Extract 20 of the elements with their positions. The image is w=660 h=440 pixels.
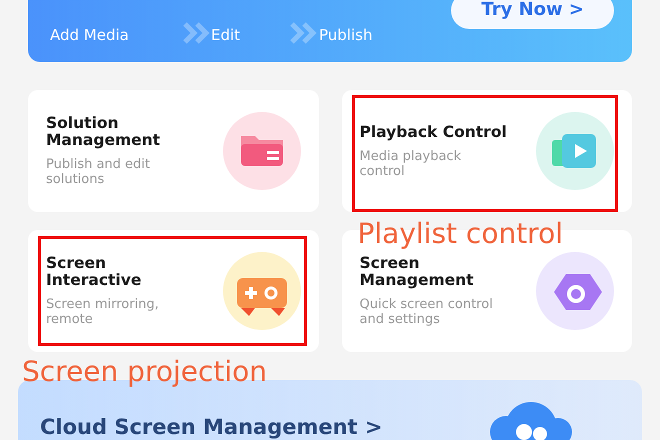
card-subtitle: Media playback control — [360, 148, 462, 178]
card-title: Solution Management — [46, 115, 162, 149]
card-subtitle: Screen mirroring, remote — [46, 297, 160, 327]
feature-card[interactable]: Playback Control Media playback control — [342, 90, 632, 212]
feature-card[interactable]: Solution Management Publish and edit solutions — [28, 90, 318, 212]
card-subtitle: Publish and edit solutions — [46, 157, 152, 187]
cloud-icon — [490, 402, 572, 440]
step-label: Publish — [319, 24, 372, 46]
card-title: Playback Control — [360, 124, 508, 140]
step-label: Edit — [211, 24, 240, 46]
card-title: Screen Management — [360, 255, 475, 289]
play-icon — [536, 112, 614, 190]
try-now-button[interactable]: Try Now > — [451, 0, 614, 29]
gamepad-icon — [222, 252, 300, 330]
card-subtitle: Quick screen control and settings — [360, 297, 494, 327]
folder-icon — [222, 112, 300, 190]
feature-card[interactable]: Screen Interactive Screen mirroring, remote — [28, 230, 318, 352]
step-label: Add Media — [50, 24, 129, 46]
card-title: Screen Interactive — [46, 255, 142, 289]
cloud-banner-title: Cloud Screen Management > — [40, 414, 382, 440]
